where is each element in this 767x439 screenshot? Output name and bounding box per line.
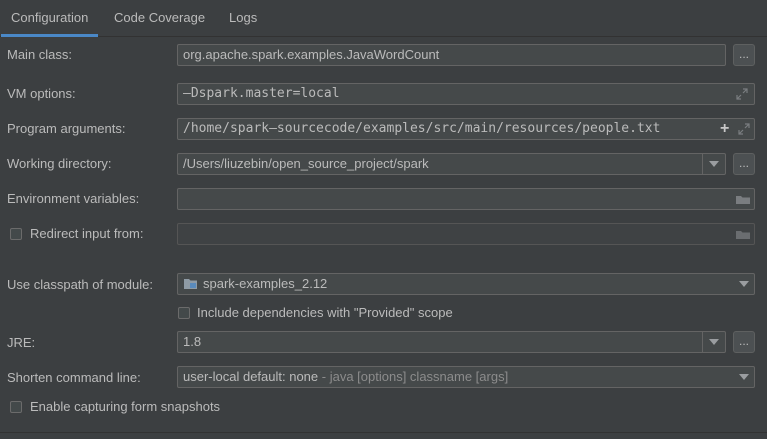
tab-configuration[interactable]: Configuration (1, 0, 99, 37)
dropdown-separator (702, 154, 703, 174)
bottom-divider (0, 432, 767, 433)
environment-variables-label: Environment variables: (7, 191, 140, 206)
main-class-label: Main class: (7, 47, 73, 62)
jre-label: JRE: (7, 335, 36, 350)
shorten-command-line-selected: user-local default: none (183, 369, 319, 384)
shorten-command-line-value: user-local default: none - java [options… (183, 367, 508, 387)
expand-icon[interactable] (736, 88, 748, 100)
dropdown-separator (702, 332, 703, 352)
dropdown-arrow-icon[interactable] (709, 339, 719, 345)
redirect-input-label: Redirect input from: (30, 226, 144, 241)
vm-options-value: –Dspark.master=local (183, 86, 340, 101)
working-directory-browse-button[interactable]: ... (733, 153, 755, 175)
program-arguments-field[interactable]: /home/spark–sourcecode/examples/src/main… (177, 118, 755, 140)
dropdown-arrow-icon[interactable] (709, 161, 719, 167)
shorten-command-line-hint: - java [options] classname [args] (318, 369, 509, 384)
working-directory-label: Working directory: (7, 156, 112, 171)
environment-variables-field[interactable] (177, 188, 755, 210)
module-folder-icon (184, 279, 197, 289)
classpath-module-value: spark-examples_2.12 (203, 276, 328, 291)
program-arguments-value: /home/spark–sourcecode/examples/src/main… (183, 121, 661, 136)
jre-value: 1.8 (183, 334, 202, 349)
shorten-command-line-label: Shorten command line: (7, 370, 141, 385)
expand-icon[interactable] (738, 123, 750, 135)
main-class-browse-button[interactable]: ... (733, 44, 755, 66)
redirect-input-field[interactable] (177, 223, 755, 245)
include-provided-checkbox[interactable] (178, 307, 190, 319)
main-class-field[interactable]: org.apache.spark.examples.JavaWordCount (177, 44, 726, 66)
vm-options-label: VM options: (7, 86, 76, 101)
redirect-input-checkbox[interactable] (10, 228, 22, 240)
tab-bar: Configuration Code Coverage Logs (0, 0, 767, 37)
folder-icon[interactable] (735, 229, 751, 240)
vm-options-field[interactable]: –Dspark.master=local (177, 83, 755, 105)
working-directory-value: /Users/liuzebin/open_source_project/spar… (183, 156, 429, 171)
working-directory-dropdown[interactable]: /Users/liuzebin/open_source_project/spar… (177, 153, 726, 175)
capture-snapshots-label: Enable capturing form snapshots (30, 399, 221, 414)
dropdown-arrow-icon[interactable] (739, 374, 749, 380)
jre-dropdown[interactable]: 1.8 (177, 331, 726, 353)
plus-icon[interactable]: + (720, 119, 729, 138)
include-provided-label: Include dependencies with "Provided" sco… (197, 305, 453, 320)
capture-snapshots-checkbox[interactable] (10, 401, 22, 413)
shorten-command-line-dropdown[interactable]: user-local default: none - java [options… (177, 366, 755, 388)
jre-browse-button[interactable]: ... (733, 331, 755, 353)
classpath-module-dropdown[interactable]: spark-examples_2.12 (177, 273, 755, 295)
folder-icon[interactable] (735, 194, 751, 205)
main-class-value: org.apache.spark.examples.JavaWordCount (183, 47, 440, 62)
classpath-module-label: Use classpath of module: (7, 277, 153, 292)
tab-logs[interactable]: Logs (219, 0, 267, 36)
program-arguments-label: Program arguments: (7, 121, 126, 136)
tab-code-coverage[interactable]: Code Coverage (104, 0, 215, 36)
dropdown-arrow-icon[interactable] (739, 281, 749, 287)
